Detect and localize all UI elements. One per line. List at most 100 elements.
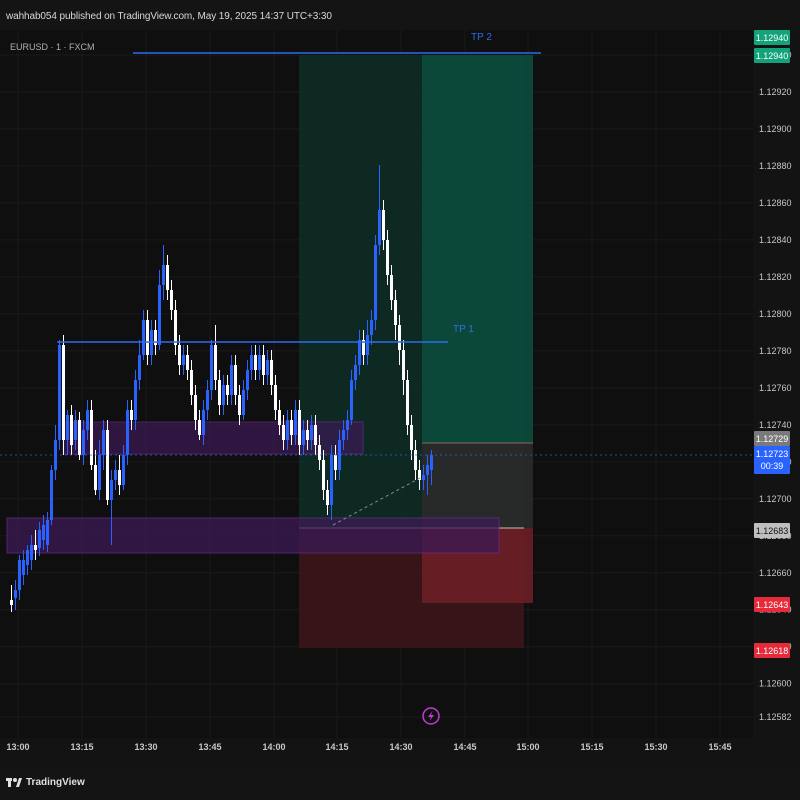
time-tick-label: 15:45 xyxy=(708,742,731,752)
candle-body xyxy=(14,590,17,598)
candle-body xyxy=(62,345,65,440)
candle-body xyxy=(346,420,349,430)
candle-body xyxy=(134,380,137,420)
candle-body xyxy=(182,355,185,365)
candle-body xyxy=(94,465,97,490)
candle-body xyxy=(370,320,373,335)
candle-body xyxy=(358,340,361,365)
price-badge-label: 1.12729 xyxy=(756,434,789,444)
candle-body xyxy=(378,210,381,245)
candle-body xyxy=(350,380,353,420)
candle-body xyxy=(402,350,405,380)
bottom-bar xyxy=(0,770,800,800)
candle-body xyxy=(198,420,201,435)
candle-body xyxy=(34,545,37,550)
tradingview-logo[interactable]: TradingView xyxy=(6,776,85,788)
time-tick-label: 13:30 xyxy=(134,742,157,752)
candle-body xyxy=(234,365,237,395)
price-tick-label: 1.12880 xyxy=(759,161,792,171)
candle-body xyxy=(166,265,169,290)
price-tick-label: 1.12800 xyxy=(759,309,792,319)
candle-body xyxy=(226,385,229,395)
time-tick-label: 14:15 xyxy=(325,742,348,752)
candle-body xyxy=(126,410,129,455)
candle-body xyxy=(258,355,261,370)
time-tick-label: 15:15 xyxy=(580,742,603,752)
price-tick-label: 1.12760 xyxy=(759,383,792,393)
candle-body xyxy=(250,355,253,370)
tradingview-logo-icon xyxy=(6,778,22,787)
candle-body xyxy=(118,470,121,485)
chart-area[interactable]: EURUSD · 1 · FXCM TP 2 TP 1 1.12940 1.129… xyxy=(0,0,800,800)
candle-body xyxy=(186,355,189,370)
candle-body xyxy=(334,455,337,470)
candle-body xyxy=(414,450,417,470)
candle-body xyxy=(194,395,197,420)
candle-body xyxy=(266,360,269,375)
candle-body xyxy=(286,420,289,440)
price-tick-label: 1.12840 xyxy=(759,235,792,245)
time-tick-label: 15:00 xyxy=(516,742,539,752)
price-badge-label: 1.12723 xyxy=(756,449,789,459)
candle-body xyxy=(330,455,333,505)
candle-body xyxy=(130,410,133,420)
candle-body xyxy=(282,425,285,440)
candle-body xyxy=(222,385,225,405)
candle-body xyxy=(366,335,369,355)
candle-body xyxy=(146,320,149,355)
candle-body xyxy=(50,470,53,520)
candle-body xyxy=(66,415,69,440)
candle-body xyxy=(406,380,409,425)
candle-body xyxy=(110,480,113,500)
neutral-zone xyxy=(422,443,533,528)
candle-body xyxy=(410,425,413,450)
time-tick-label: 13:00 xyxy=(6,742,29,752)
symbol-label: EURUSD · 1 · FXCM xyxy=(10,42,95,52)
price-tick-label: 1.12660 xyxy=(759,568,792,578)
candle-body xyxy=(70,415,73,445)
candle-body xyxy=(278,410,281,425)
candle-body xyxy=(242,390,245,415)
price-tick-label: 1.12740 xyxy=(759,420,792,430)
candle-body xyxy=(170,290,173,310)
candle-body xyxy=(374,245,377,320)
candle-body xyxy=(294,410,297,435)
price-tick-label: 1.12920 xyxy=(759,87,792,97)
price-tick-label: 1.12600 xyxy=(759,679,792,689)
time-tick-label: 15:30 xyxy=(644,742,667,752)
candle-body xyxy=(394,300,397,325)
candle-body xyxy=(238,395,241,415)
time-tick-label: 13:15 xyxy=(70,742,93,752)
candle-body xyxy=(322,460,325,490)
candle-body xyxy=(262,355,265,375)
candle-body xyxy=(422,475,425,480)
candle-body xyxy=(10,600,13,605)
candle-body xyxy=(306,430,309,440)
candle-body xyxy=(202,410,205,435)
price-badge-label: 1.12940 xyxy=(756,51,789,61)
time-tick-label: 14:30 xyxy=(389,742,412,752)
candle-body xyxy=(398,325,401,350)
candle-body xyxy=(206,390,209,410)
candle-body xyxy=(382,210,385,240)
tp2-label: TP 2 xyxy=(471,32,492,43)
candle-body xyxy=(174,310,177,345)
candle-body xyxy=(138,355,141,380)
candle-body xyxy=(390,275,393,300)
candle-body xyxy=(26,550,29,565)
candle-body xyxy=(38,530,41,548)
candle-body xyxy=(162,265,165,285)
candle-body xyxy=(270,360,273,385)
candle-body xyxy=(310,425,313,440)
profit-zone-inner xyxy=(422,55,533,443)
candle-body xyxy=(274,385,277,410)
price-tick-label: 1.12900 xyxy=(759,124,792,134)
candle-body xyxy=(218,380,221,405)
candle-body xyxy=(122,455,125,485)
candle-body xyxy=(230,365,233,395)
price-badge-label: 1.12618 xyxy=(756,646,789,656)
price-tick-label: 1.12582 xyxy=(759,712,792,722)
price-tick-label: 1.12860 xyxy=(759,198,792,208)
candle-body xyxy=(214,345,217,380)
candle-body xyxy=(326,490,329,505)
